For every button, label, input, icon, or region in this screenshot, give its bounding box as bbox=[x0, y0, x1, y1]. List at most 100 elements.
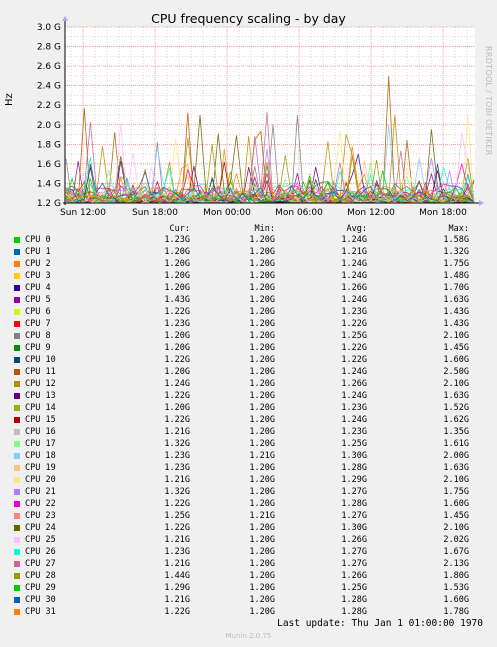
legend-series-name: CPU 14 bbox=[25, 403, 56, 413]
legend-min-value: 1.20G bbox=[249, 379, 275, 389]
y-tick-label: 2.2 G bbox=[37, 101, 61, 111]
legend-max-value: 1.35G bbox=[443, 427, 469, 437]
legend-swatch bbox=[14, 585, 20, 591]
legend-row: CPU 7 1.23G 1.20G 1.22G 1.43G bbox=[0, 319, 497, 331]
legend-avg-value: 1.24G bbox=[341, 271, 367, 281]
legend-avg-value: 1.25G bbox=[341, 331, 367, 341]
legend-max-value: 1.43G bbox=[443, 319, 469, 329]
legend-swatch bbox=[14, 525, 20, 531]
legend-row: CPU 23 1.25G 1.21G 1.27G 1.45G bbox=[0, 511, 497, 523]
legend-series-name: CPU 17 bbox=[25, 439, 56, 449]
legend-row: CPU 21 1.32G 1.20G 1.27G 1.75G bbox=[0, 487, 497, 499]
legend-max-value: 1.75G bbox=[443, 259, 469, 269]
legend-series-name: CPU 9 bbox=[25, 343, 51, 353]
legend-min-value: 1.20G bbox=[249, 547, 275, 557]
x-tick-label: Mon 06:00 bbox=[275, 208, 323, 218]
legend-max-value: 1.60G bbox=[443, 499, 469, 509]
legend-row: CPU 4 1.20G 1.20G 1.26G 1.70G bbox=[0, 283, 497, 295]
legend-row: CPU 18 1.23G 1.21G 1.30G 2.00G bbox=[0, 451, 497, 463]
legend-min-value: 1.20G bbox=[249, 235, 275, 245]
legend-max-value: 2.50G bbox=[443, 367, 469, 377]
legend-row: CPU 6 1.22G 1.20G 1.23G 1.43G bbox=[0, 307, 497, 319]
legend-row: CPU 0 1.23G 1.20G 1.24G 1.58G bbox=[0, 235, 497, 247]
x-tick-label: Mon 00:00 bbox=[203, 208, 251, 218]
y-tick-label: 1.6 G bbox=[37, 160, 61, 170]
legend-row: CPU 30 1.21G 1.20G 1.28G 1.60G bbox=[0, 595, 497, 607]
legend-avg-value: 1.23G bbox=[341, 403, 367, 413]
legend-swatch bbox=[14, 417, 20, 423]
legend-series-name: CPU 27 bbox=[25, 559, 56, 569]
legend-swatch bbox=[14, 429, 20, 435]
legend-cur-value: 1.23G bbox=[164, 319, 190, 329]
legend-swatch bbox=[14, 333, 20, 339]
legend-series-name: CPU 4 bbox=[25, 283, 51, 293]
legend-max-value: 2.10G bbox=[443, 331, 469, 341]
legend-avg-value: 1.27G bbox=[341, 511, 367, 521]
col-header-min: Min: bbox=[254, 224, 275, 234]
legend-cur-value: 1.21G bbox=[164, 559, 190, 569]
legend-avg-value: 1.24G bbox=[341, 415, 367, 425]
legend-avg-value: 1.25G bbox=[341, 583, 367, 593]
legend-series-name: CPU 25 bbox=[25, 535, 56, 545]
legend-swatch bbox=[14, 489, 20, 495]
legend-swatch bbox=[14, 501, 20, 507]
legend-cur-value: 1.21G bbox=[164, 475, 190, 485]
legend-row: CPU 24 1.22G 1.20G 1.30G 2.10G bbox=[0, 523, 497, 535]
legend-swatch bbox=[14, 345, 20, 351]
legend-max-value: 2.00G bbox=[443, 451, 469, 461]
legend-max-value: 1.60G bbox=[443, 355, 469, 365]
legend-cur-value: 1.23G bbox=[164, 451, 190, 461]
legend-max-value: 1.58G bbox=[443, 235, 469, 245]
x-tick-label: Mon 12:00 bbox=[347, 208, 395, 218]
legend-row: CPU 5 1.43G 1.20G 1.24G 1.63G bbox=[0, 295, 497, 307]
legend-swatch bbox=[14, 477, 20, 483]
legend-max-value: 1.63G bbox=[443, 295, 469, 305]
legend-avg-value: 1.23G bbox=[341, 427, 367, 437]
legend-cur-value: 1.21G bbox=[164, 595, 190, 605]
legend-cur-value: 1.22G bbox=[164, 391, 190, 401]
legend-row: CPU 22 1.22G 1.20G 1.28G 1.60G bbox=[0, 499, 497, 511]
legend-swatch bbox=[14, 597, 20, 603]
legend-min-value: 1.20G bbox=[249, 283, 275, 293]
legend-series-name: CPU 13 bbox=[25, 391, 56, 401]
legend-max-value: 1.52G bbox=[443, 403, 469, 413]
legend-cur-value: 1.25G bbox=[164, 511, 190, 521]
legend-series-name: CPU 22 bbox=[25, 499, 56, 509]
legend-avg-value: 1.24G bbox=[341, 235, 367, 245]
legend-row: CPU 16 1.21G 1.20G 1.23G 1.35G bbox=[0, 427, 497, 439]
legend-cur-value: 1.22G bbox=[164, 607, 190, 617]
legend-swatch bbox=[14, 441, 20, 447]
legend-row: CPU 15 1.22G 1.20G 1.24G 1.62G bbox=[0, 415, 497, 427]
legend-cur-value: 1.22G bbox=[164, 499, 190, 509]
legend-series-name: CPU 18 bbox=[25, 451, 56, 461]
legend-swatch bbox=[14, 405, 20, 411]
legend-series-name: CPU 16 bbox=[25, 427, 56, 437]
legend-cur-value: 1.21G bbox=[164, 535, 190, 545]
col-header-cur: Cur: bbox=[169, 224, 190, 234]
legend-min-value: 1.20G bbox=[249, 331, 275, 341]
y-tick-label: 2.0 G bbox=[37, 121, 61, 131]
legend-min-value: 1.20G bbox=[249, 343, 275, 353]
legend-swatch bbox=[14, 609, 20, 615]
legend-max-value: 2.10G bbox=[443, 475, 469, 485]
legend-swatch bbox=[14, 537, 20, 543]
legend-min-value: 1.20G bbox=[249, 475, 275, 485]
legend-series-name: CPU 6 bbox=[25, 307, 51, 317]
munin-version: Munin 2.0.75 bbox=[225, 632, 272, 640]
x-axis-arrow bbox=[479, 200, 484, 206]
legend-max-value: 1.61G bbox=[443, 439, 469, 449]
x-tick-label: Mon 18:00 bbox=[419, 208, 467, 218]
legend-row: CPU 13 1.22G 1.20G 1.24G 1.63G bbox=[0, 391, 497, 403]
legend-row: CPU 9 1.20G 1.20G 1.22G 1.45G bbox=[0, 343, 497, 355]
legend-series-name: CPU 15 bbox=[25, 415, 56, 425]
legend-cur-value: 1.22G bbox=[164, 523, 190, 533]
legend-series-name: CPU 11 bbox=[25, 367, 56, 377]
legend-avg-value: 1.27G bbox=[341, 487, 367, 497]
legend-row: CPU 1 1.20G 1.20G 1.21G 1.32G bbox=[0, 247, 497, 259]
legend-avg-value: 1.28G bbox=[341, 595, 367, 605]
x-tick-label: Sun 12:00 bbox=[60, 208, 106, 218]
x-tick-label: Sun 18:00 bbox=[132, 208, 178, 218]
legend-max-value: 1.60G bbox=[443, 595, 469, 605]
legend-avg-value: 1.26G bbox=[341, 379, 367, 389]
legend-series-name: CPU 0 bbox=[25, 235, 51, 245]
